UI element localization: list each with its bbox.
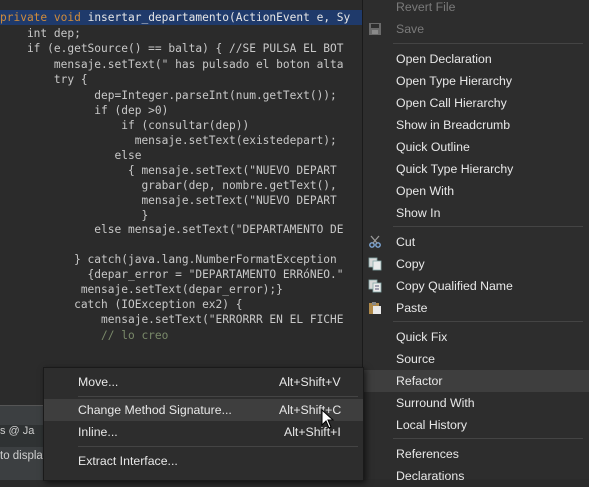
code-line[interactable]: dep=Integer.parseInt(num.getText());	[0, 88, 337, 103]
menu-item-local-history[interactable]: Local History	[363, 414, 589, 436]
menu-item-label: References	[396, 447, 459, 461]
submenu-item-label: Extract Interface...	[78, 454, 178, 468]
code-line[interactable]: mensaje.setText("ERRORRR EN EL FICHE	[0, 312, 343, 327]
submenu-item-move[interactable]: Move... Alt+Shift+V	[44, 371, 363, 393]
menu-item-refactor[interactable]: Refactor	[363, 370, 589, 392]
code-line[interactable]: } catch(java.lang.NumberFormatException	[0, 252, 337, 267]
code-line[interactable]: mensaje.setText("NUEVO DEPART	[0, 193, 336, 208]
menu-item-label: Declarations	[396, 469, 465, 483]
menu-item-label: Revert File	[396, 0, 456, 14]
menu-item-label: Refactor	[396, 374, 443, 388]
code-text: insertar_departamento(ActionEvent e, Sy	[87, 11, 351, 24]
menu-item-label: Open Declaration	[396, 52, 492, 66]
refactor-submenu: Move... Alt+Shift+V Change Method Signat…	[43, 367, 364, 481]
code-line[interactable]: mensaje.setText(depar_error);}	[0, 282, 283, 297]
code-line[interactable]: }	[0, 208, 148, 223]
menu-item-open-type-hierarchy[interactable]: Open Type Hierarchy	[363, 70, 589, 92]
bottom-panel-status: to displa	[0, 450, 43, 462]
menu-item-label: Open Type Hierarchy	[396, 74, 512, 88]
menu-item-cut[interactable]: Cut	[363, 231, 589, 253]
menu-item-quick-outline[interactable]: Quick Outline	[363, 136, 589, 158]
submenu-item-label: Change Method Signature...	[78, 403, 232, 417]
code-line[interactable]: mensaje.setText(" has pulsado el boton a…	[0, 57, 344, 72]
menu-item-label: Show in Breadcrumb	[396, 118, 511, 132]
menu-item-save[interactable]: Save	[363, 18, 589, 40]
menu-item-label: Copy	[396, 257, 425, 271]
menu-item-label: Local History	[396, 418, 468, 432]
menu-item-declarations[interactable]: Declarations	[363, 465, 589, 487]
menu-item-copy-qualified-name[interactable]: Copy Qualified Name	[363, 275, 589, 297]
menu-item-label: Show In	[396, 206, 441, 220]
menu-item-label: Open With	[396, 184, 455, 198]
code-line[interactable]: { mensaje.setText("NUEVO DEPART	[0, 163, 337, 178]
menu-separator	[393, 226, 583, 227]
copy-qualified-icon	[368, 279, 382, 293]
menu-item-label: Quick Fix	[396, 330, 448, 344]
submenu-item-change-method-signature[interactable]: Change Method Signature... Alt+Shift+C	[44, 399, 363, 421]
submenu-item-extract-interface[interactable]: Extract Interface...	[44, 450, 363, 472]
menu-item-label: Cut	[396, 235, 416, 249]
menu-item-label: Copy Qualified Name	[396, 279, 513, 293]
code-line[interactable]: if (dep >0)	[0, 103, 168, 118]
menu-item-label: Source	[396, 352, 435, 366]
menu-item-label: Quick Type Hierarchy	[396, 162, 514, 176]
menu-item-label: Save	[396, 22, 425, 36]
menu-separator	[393, 321, 583, 322]
menu-separator	[393, 43, 583, 44]
code-line[interactable]: grabar(dep, nombre.getText(),	[0, 178, 336, 193]
menu-item-open-with[interactable]: Open With	[363, 180, 589, 202]
menu-item-open-call-hierarchy[interactable]: Open Call Hierarchy	[363, 92, 589, 114]
code-line[interactable]: // lo creo	[0, 328, 168, 343]
menu-item-show-in-breadcrumb[interactable]: Show in Breadcrumb	[363, 114, 589, 136]
menu-separator	[78, 396, 358, 397]
submenu-item-shortcut: Alt+Shift+V	[279, 375, 341, 389]
code-line[interactable]: try {	[0, 72, 88, 87]
code-line[interactable]: int dep;	[0, 26, 81, 41]
menu-item-label: Open Call Hierarchy	[396, 96, 507, 110]
menu-item-show-in[interactable]: Show In	[363, 202, 589, 224]
submenu-item-label: Move...	[78, 375, 119, 389]
menu-item-quick-fix[interactable]: Quick Fix	[363, 326, 589, 348]
menu-item-copy[interactable]: Copy	[363, 253, 589, 275]
code-line[interactable]: mensaje.setText(existedepart);	[0, 133, 337, 148]
paste-icon	[369, 302, 381, 314]
bottom-panel-tabs[interactable]: s @ Ja	[0, 425, 44, 447]
mouse-cursor-icon	[321, 409, 335, 429]
menu-item-label: Paste	[396, 301, 428, 315]
save-icon	[369, 23, 381, 35]
menu-item-paste[interactable]: Paste	[363, 297, 589, 319]
menu-item-open-declaration[interactable]: Open Declaration	[363, 48, 589, 70]
code-line[interactable]: private void insertar_departamento(Actio…	[0, 10, 362, 25]
code-line[interactable]: if (consultar(dep))	[0, 118, 249, 133]
code-line[interactable]: else	[0, 148, 142, 163]
menu-item-source[interactable]: Source	[363, 348, 589, 370]
menu-item-surround-with[interactable]: Surround With	[363, 392, 589, 414]
menu-item-references[interactable]: References	[363, 443, 589, 465]
code-line[interactable]: if (e.getSource() == balta) { //SE PULSA…	[0, 41, 344, 56]
scissors-icon	[369, 235, 381, 248]
context-menu: Revert File Save Open Declaration Open T…	[362, 0, 589, 483]
menu-item-label: Quick Outline	[396, 140, 470, 154]
code-line[interactable]: else mensaje.setText("DEPARTAMENTO DE	[0, 222, 343, 237]
menu-separator	[78, 446, 358, 447]
code-line[interactable]: catch (IOException ex2) {	[0, 297, 242, 312]
code-line[interactable]: {depar_error = "DEPARTAMENTO ERRóNEO."	[0, 267, 344, 282]
menu-item-revert-file[interactable]: Revert File	[363, 0, 589, 18]
menu-separator	[393, 438, 583, 439]
copy-icon	[368, 257, 382, 271]
menu-item-quick-type-hierarchy[interactable]: Quick Type Hierarchy	[363, 158, 589, 180]
submenu-item-inline[interactable]: Inline... Alt+Shift+I	[44, 421, 363, 443]
menu-item-label: Surround With	[396, 396, 475, 410]
submenu-item-label: Inline...	[78, 425, 118, 439]
